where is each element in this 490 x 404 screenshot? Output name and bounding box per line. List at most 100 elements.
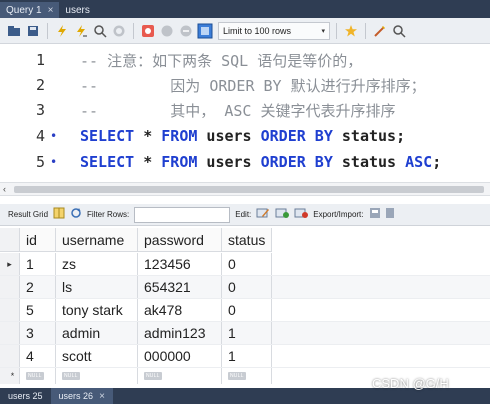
import-icon[interactable] <box>385 207 394 222</box>
tab-users-26[interactable]: users 26 × <box>50 388 113 404</box>
null-badge: NULL <box>228 372 246 380</box>
cell-id[interactable]: 1 <box>20 253 56 275</box>
limit-rows-select[interactable]: Limit to 100 rows ▾ <box>218 21 330 40</box>
code-token: ORDER BY <box>260 127 333 145</box>
cell-password[interactable]: admin123 <box>138 322 222 344</box>
cell-password[interactable]: 654321 <box>138 276 222 298</box>
close-icon[interactable]: × <box>48 5 54 16</box>
code-token: * <box>134 153 162 171</box>
edit-label: Edit: <box>235 210 252 219</box>
code-token: status; <box>332 127 406 145</box>
cell-id[interactable]: 2 <box>20 276 56 298</box>
sql-editor[interactable]: 1 -- 注意：如下两条 SQL 语句是等价的， 2 -- 因为 ORDER B… <box>0 44 490 180</box>
autocommit-icon[interactable] <box>197 23 213 39</box>
cell-status[interactable]: NULL <box>222 368 272 384</box>
toolbar-divider <box>47 22 48 39</box>
null-badge: NULL <box>26 372 44 380</box>
tab-users-25[interactable]: users 25 <box>0 388 51 404</box>
code-token: SELECT <box>80 127 135 145</box>
scroll-left-icon[interactable]: ‹ <box>3 184 6 194</box>
column-header-status[interactable]: status <box>222 228 272 252</box>
export-icon[interactable] <box>369 207 381 222</box>
filter-rows-label: Filter Rows: <box>87 210 130 219</box>
toolbar-divider <box>336 22 337 39</box>
find-icon[interactable] <box>391 23 407 39</box>
current-row-icon: ▸ <box>0 253 20 275</box>
code-line: 3 -- 其中， ASC 关键字代表升序排序 <box>0 98 490 122</box>
star-icon[interactable] <box>343 23 359 39</box>
tab-users[interactable]: users <box>59 2 95 18</box>
error-toggle-icon[interactable] <box>140 23 156 39</box>
cell-status[interactable]: 0 <box>222 253 272 275</box>
column-header-username[interactable]: username <box>56 228 138 252</box>
add-row-icon[interactable] <box>275 207 290 222</box>
code-token: status <box>332 153 406 171</box>
result-grid-label[interactable]: Result Grid <box>8 210 48 219</box>
query-tab-bar: Query 1 × users <box>0 0 490 18</box>
cell-status[interactable]: 0 <box>222 276 272 298</box>
beautify-icon[interactable] <box>372 23 388 39</box>
cell-username[interactable]: admin <box>56 322 138 344</box>
chevron-down-icon: ▾ <box>321 27 325 35</box>
rollback-icon[interactable] <box>178 23 194 39</box>
statement-marker: • <box>50 129 58 143</box>
code-text: -- 其中， ASC 关键字代表升序排序 <box>80 100 395 121</box>
code-token: FROM <box>161 127 198 145</box>
cell-password[interactable]: 123456 <box>138 253 222 275</box>
table-row[interactable]: 2 ls 654321 0 <box>0 276 490 299</box>
stop-icon[interactable] <box>111 23 127 39</box>
table-row[interactable]: 5 tony stark ak478 0 <box>0 299 490 322</box>
cell-id[interactable]: 4 <box>20 345 56 367</box>
result-grid-toolbar: Result Grid Filter Rows: Edit: Export/Im… <box>0 204 490 226</box>
cell-password[interactable]: ak478 <box>138 299 222 321</box>
filter-rows-input[interactable] <box>134 206 231 223</box>
export-import-label: Export/Import: <box>313 210 364 219</box>
edit-row-icon[interactable] <box>256 207 270 222</box>
delete-row-icon[interactable] <box>294 207 309 222</box>
cell-status[interactable]: 0 <box>222 299 272 321</box>
tab-query-1[interactable]: Query 1 × <box>0 2 60 18</box>
cell-username[interactable]: tony stark <box>56 299 138 321</box>
tab-label: Query 1 <box>6 4 42 16</box>
code-token: -- 注意：如下两条 SQL 语句是等价的， <box>80 51 363 70</box>
cell-password[interactable]: 000000 <box>138 345 222 367</box>
grid-header-row: id username password status <box>0 228 490 252</box>
refresh-icon[interactable] <box>70 207 82 222</box>
table-row[interactable]: ▸ 1 zs 123456 0 <box>0 253 490 276</box>
code-token: SELECT <box>80 153 135 171</box>
commit-icon[interactable] <box>159 23 175 39</box>
watermark: CSDN @G/H <box>372 376 449 391</box>
cell-status[interactable]: 1 <box>222 345 272 367</box>
cell-username[interactable]: ls <box>56 276 138 298</box>
result-grid[interactable]: id username password status ▸ 1 zs 12345… <box>0 228 490 386</box>
line-number: 4 <box>36 127 46 145</box>
execute-statement-icon[interactable] <box>73 23 89 39</box>
column-header-password[interactable]: password <box>138 228 222 252</box>
code-text: SELECT * FROM users ORDER BY status ASC; <box>80 153 441 171</box>
cell-username[interactable]: zs <box>56 253 138 275</box>
column-header-id[interactable]: id <box>20 228 56 252</box>
grid-view-icon[interactable] <box>53 207 65 222</box>
explain-icon[interactable] <box>92 23 108 39</box>
table-row[interactable]: 3 admin admin123 1 <box>0 322 490 345</box>
execute-icon[interactable] <box>54 23 70 39</box>
editor-horizontal-scrollbar[interactable]: ‹ <box>0 182 490 196</box>
new-row-marker: * <box>0 368 20 384</box>
cell-id[interactable]: 3 <box>20 322 56 344</box>
cell-id[interactable]: NULL <box>20 368 56 384</box>
scrollbar-thumb[interactable] <box>14 186 484 193</box>
open-file-icon[interactable] <box>6 23 22 39</box>
line-number: 2 <box>36 76 46 94</box>
cell-username[interactable]: scott <box>56 345 138 367</box>
cell-id[interactable]: 5 <box>20 299 56 321</box>
cell-password[interactable]: NULL <box>138 368 222 384</box>
line-number: 5 <box>36 153 46 171</box>
cell-username[interactable]: NULL <box>56 368 138 384</box>
save-icon[interactable] <box>25 23 41 39</box>
close-icon[interactable]: × <box>99 391 105 402</box>
code-token: ; <box>432 153 442 171</box>
cell-status[interactable]: 1 <box>222 322 272 344</box>
table-row[interactable]: 4 scott 000000 1 <box>0 345 490 368</box>
statement-marker: • <box>50 155 58 169</box>
code-token: -- 其中， ASC 关键字代表升序排序 <box>80 101 396 120</box>
